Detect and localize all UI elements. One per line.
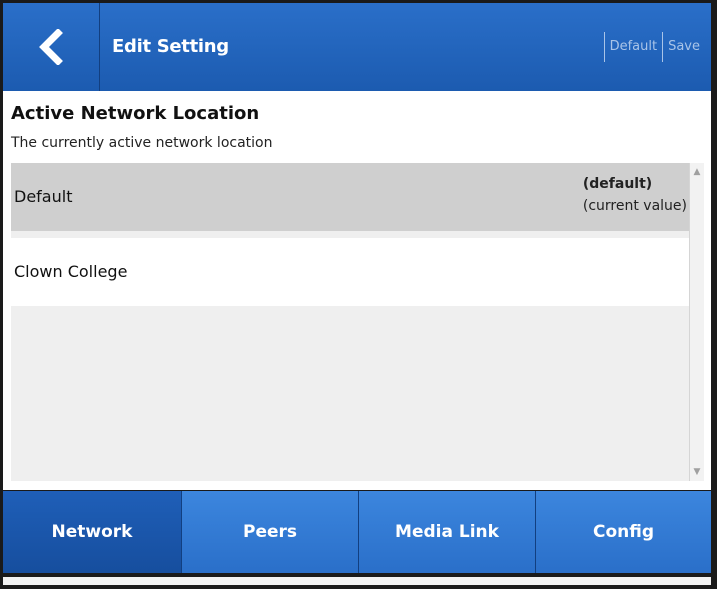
save-button[interactable]: Save [662, 32, 705, 62]
app-frame: Edit Setting Default Save Active Network… [0, 0, 717, 589]
tab-peers[interactable]: Peers [182, 491, 359, 573]
scroll-down-icon[interactable]: ▼ [690, 465, 704, 479]
setting-description: The currently active network location [11, 135, 273, 151]
default-button[interactable]: Default [603, 32, 663, 62]
option-list: Default (default) (current value) Clown … [11, 163, 689, 481]
bottom-divider [3, 577, 711, 585]
option-label: Clown College [14, 262, 128, 281]
back-button[interactable] [3, 3, 100, 91]
option-item-clown-college[interactable]: Clown College [11, 238, 689, 306]
current-value-note: (current value) [582, 198, 687, 214]
tab-media-link[interactable]: Media Link [359, 491, 536, 573]
setting-panel: Active Network Location The currently ac… [3, 91, 711, 490]
tab-config[interactable]: Config [536, 491, 711, 573]
page-title: Edit Setting [112, 36, 229, 57]
setting-title: Active Network Location [11, 103, 260, 124]
option-meta: (default) (current value) [583, 173, 687, 217]
default-tag: (default) [582, 176, 653, 192]
option-label: Default [14, 187, 73, 206]
tab-network[interactable]: Network [3, 491, 182, 573]
header-bar: Edit Setting Default Save [3, 3, 711, 91]
scroll-up-icon[interactable]: ▲ [690, 165, 704, 179]
header-actions: Default Save [603, 32, 705, 62]
option-item-default[interactable]: Default (default) (current value) [11, 163, 689, 231]
bottom-tab-bar: Network Peers Media Link Config [3, 491, 711, 573]
chevron-left-icon [39, 29, 63, 65]
list-scrollbar[interactable]: ▲ ▼ [689, 163, 704, 481]
